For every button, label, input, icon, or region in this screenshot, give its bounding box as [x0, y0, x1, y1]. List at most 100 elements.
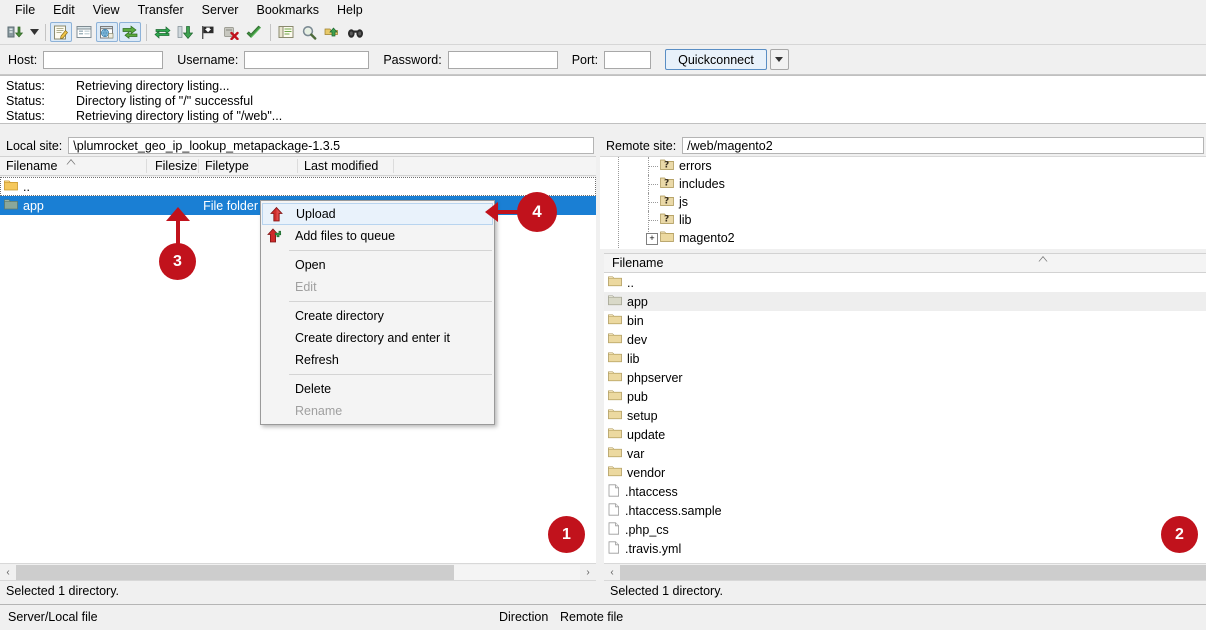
remote-list-item[interactable]: dev: [604, 330, 1206, 349]
context-menu-item-upload[interactable]: Upload: [262, 203, 493, 225]
remote-row-name: .php_cs: [604, 521, 669, 538]
folder-unknown-icon: ?: [660, 212, 674, 228]
local-col-lastmodified[interactable]: Last modified: [304, 159, 378, 173]
svg-text:?: ?: [664, 197, 669, 207]
context-menu-label: Refresh: [295, 353, 339, 367]
toggle-message-log-icon[interactable]: [50, 22, 72, 42]
folder-unknown-icon: ?: [660, 194, 674, 210]
directory-comparison-icon[interactable]: [275, 22, 297, 42]
queue-col-remotefile[interactable]: Remote file: [560, 610, 623, 624]
remote-list-item[interactable]: setup: [604, 406, 1206, 425]
tree-item-js[interactable]: ? js: [600, 193, 1206, 211]
remote-list-item[interactable]: pub: [604, 387, 1206, 406]
remote-list-item[interactable]: .php_cs: [604, 520, 1206, 539]
scroll-track[interactable]: [16, 564, 580, 580]
remote-list-item[interactable]: .htaccess: [604, 482, 1206, 501]
tree-expander-icon[interactable]: +: [646, 233, 658, 245]
local-col-filetype[interactable]: Filetype: [205, 159, 249, 173]
remote-list-item[interactable]: bin: [604, 311, 1206, 330]
remote-directory-tree[interactable]: ? errors ? includes ? js ? lib + magento…: [600, 156, 1206, 250]
log-text: Retrieving directory listing of "/web"..…: [76, 109, 283, 123]
menu-item-server[interactable]: Server: [193, 0, 248, 20]
menu-item-edit[interactable]: Edit: [44, 0, 84, 20]
col-separator[interactable]: [393, 159, 394, 173]
refresh-icon[interactable]: [151, 22, 173, 42]
tree-item-magento2[interactable]: + magento2: [600, 229, 1206, 247]
tree-item-errors[interactable]: ? errors: [600, 157, 1206, 175]
scroll-thumb[interactable]: [620, 564, 1206, 580]
scroll-left-icon[interactable]: ‹: [604, 565, 620, 580]
cancel-operation-icon[interactable]: [220, 22, 242, 42]
context-menu-item-delete[interactable]: Delete: [261, 378, 494, 400]
disconnect-icon[interactable]: [243, 22, 265, 42]
local-col-filesize[interactable]: Filesize: [155, 159, 197, 173]
scroll-thumb[interactable]: [16, 564, 454, 580]
remote-list-item[interactable]: lib: [604, 349, 1206, 368]
col-separator[interactable]: [297, 159, 298, 173]
quickconnect-button[interactable]: Quickconnect: [665, 49, 767, 70]
context-menu-item-add-files-to-queue[interactable]: Add files to queue: [261, 225, 494, 247]
annotation-marker-1: 1: [548, 516, 585, 553]
menu-item-help[interactable]: Help: [328, 0, 372, 20]
remote-horizontal-scrollbar[interactable]: ‹: [604, 563, 1206, 580]
menu-item-transfer[interactable]: Transfer: [129, 0, 193, 20]
message-log[interactable]: Status: Retrieving directory listing... …: [0, 75, 1206, 124]
password-input[interactable]: [447, 50, 558, 69]
port-input[interactable]: [604, 50, 652, 69]
remote-list-item[interactable]: app: [604, 292, 1206, 311]
col-separator[interactable]: [198, 159, 199, 173]
toggle-filters-icon[interactable]: [197, 22, 219, 42]
menu-item-file[interactable]: File: [6, 0, 44, 20]
remote-list-item[interactable]: ..: [604, 273, 1206, 292]
remote-list-item[interactable]: var: [604, 444, 1206, 463]
remote-row-name: pub: [604, 389, 648, 404]
context-menu[interactable]: Upload Add files to queue Open Edit Crea…: [260, 200, 495, 425]
folder-icon: [608, 446, 622, 461]
local-row-label: ..: [23, 179, 30, 194]
remote-col-filename[interactable]: Filename: [612, 256, 663, 270]
context-menu-item-open[interactable]: Open: [261, 254, 494, 276]
tree-item-label: js: [679, 195, 689, 209]
toolbar-separator: [270, 23, 271, 41]
context-menu-item-create-directory[interactable]: Create directory: [261, 305, 494, 327]
menu-item-view[interactable]: View: [84, 0, 129, 20]
context-menu-item-create-directory-and-enter[interactable]: Create directory and enter it: [261, 327, 494, 349]
folder-unknown-icon: ?: [660, 158, 674, 174]
col-separator[interactable]: [146, 159, 147, 173]
remote-list-item[interactable]: .travis.yml: [604, 539, 1206, 558]
menu-item-bookmarks[interactable]: Bookmarks: [247, 0, 328, 20]
dropdown-caret-icon[interactable]: [27, 22, 41, 42]
remote-list-item[interactable]: vendor: [604, 463, 1206, 482]
process-queue-icon[interactable]: [174, 22, 196, 42]
local-horizontal-scrollbar[interactable]: ‹ ›: [0, 563, 596, 580]
local-list-item-parent[interactable]: ..: [0, 177, 596, 196]
remote-list-item[interactable]: phpserver: [604, 368, 1206, 387]
remote-file-list[interactable]: .. app bin dev lib phpserver pub setup u…: [604, 273, 1206, 563]
remote-list-item[interactable]: .htaccess.sample: [604, 501, 1206, 520]
remote-path-input[interactable]: /web/magento2: [682, 137, 1204, 154]
queue-col-direction[interactable]: Direction: [499, 610, 548, 624]
local-col-filename[interactable]: Filename: [6, 159, 57, 173]
find-files-icon[interactable]: [298, 22, 320, 42]
username-input[interactable]: [244, 50, 370, 69]
context-menu-separator: [289, 301, 492, 302]
local-path-input[interactable]: \plumrocket_geo_ip_lookup_metapackage-1.…: [68, 137, 594, 154]
toggle-local-tree-icon[interactable]: [73, 22, 95, 42]
quickconnect-dropdown-icon[interactable]: [769, 49, 789, 70]
tree-item-lib[interactable]: ? lib: [600, 211, 1206, 229]
site-manager-icon[interactable]: [4, 22, 26, 42]
toolbar-separator: [45, 23, 46, 41]
context-menu-item-refresh[interactable]: Refresh: [261, 349, 494, 371]
reconnect-icon[interactable]: [344, 22, 366, 42]
remote-list-item[interactable]: update: [604, 425, 1206, 444]
synchronized-browsing-icon[interactable]: [321, 22, 343, 42]
toggle-transfer-queue-icon[interactable]: [119, 22, 141, 42]
host-input[interactable]: [43, 50, 164, 69]
scroll-right-icon[interactable]: ›: [580, 565, 596, 580]
scroll-left-icon[interactable]: ‹: [0, 565, 16, 580]
tree-item-includes[interactable]: ? includes: [600, 175, 1206, 193]
toggle-remote-tree-icon[interactable]: [96, 22, 118, 42]
scroll-track[interactable]: [620, 564, 1206, 580]
folder-icon: [608, 370, 622, 385]
queue-col-serverlocalfile[interactable]: Server/Local file: [8, 610, 98, 624]
